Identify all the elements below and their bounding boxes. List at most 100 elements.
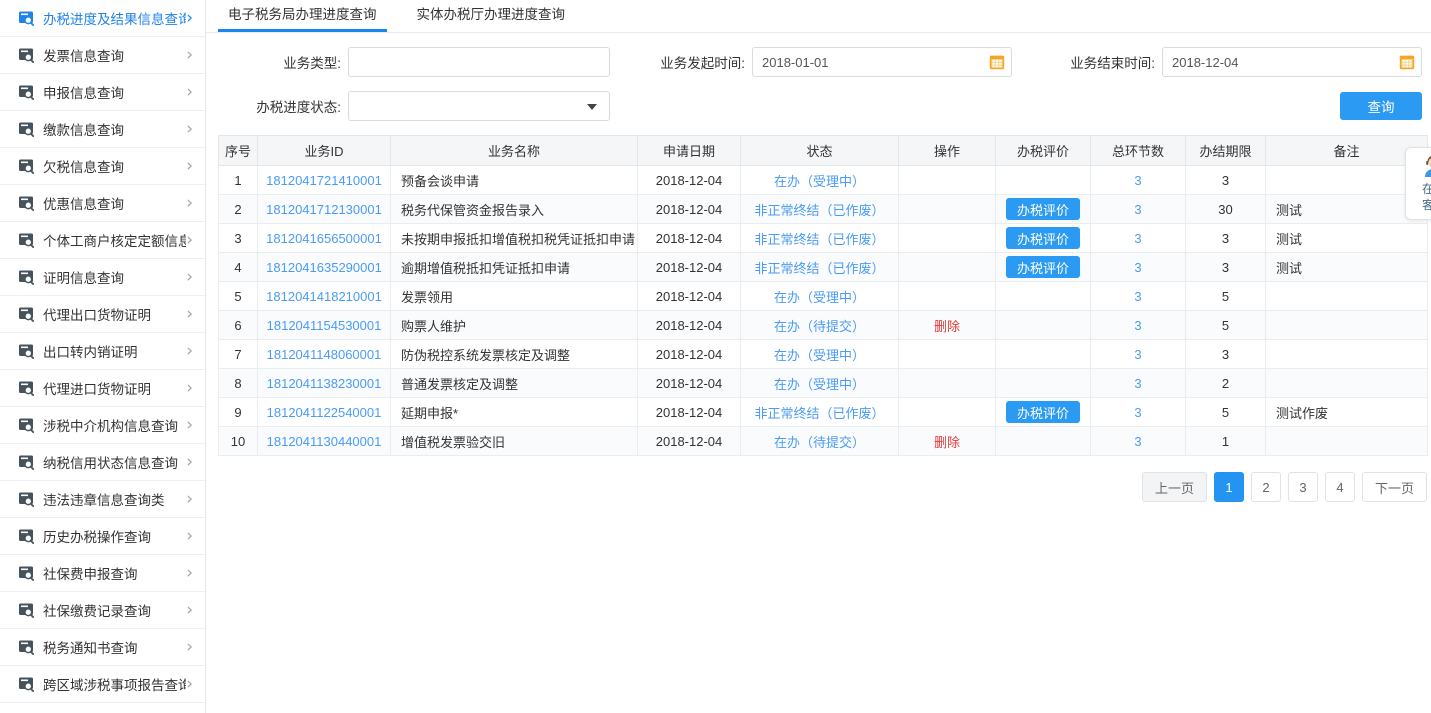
total-links-link[interactable]: 3 [1134, 173, 1141, 188]
cell-business-name: 防伪税控系统发票核定及调整 [391, 340, 638, 369]
pagination-page-4[interactable]: 4 [1325, 472, 1355, 502]
cell-remark [1266, 311, 1428, 340]
total-links-link[interactable]: 3 [1134, 202, 1141, 217]
chevron-right-icon: › [186, 491, 193, 508]
evaluate-button[interactable]: 办税评价 [1006, 401, 1080, 423]
pagination-page-3[interactable]: 3 [1288, 472, 1318, 502]
cell-business-id: 1812041635290001 [258, 253, 391, 282]
status-link[interactable]: 在办（待提交） [774, 319, 865, 334]
cell-seq: 5 [219, 282, 258, 311]
cell-status: 在办（待提交） [741, 427, 899, 456]
query-button[interactable]: 查询 [1340, 92, 1422, 120]
business-id-link[interactable]: 1812041721410001 [266, 173, 382, 188]
business-id-link[interactable]: 1812041656500001 [266, 231, 382, 246]
cell-apply-date: 2018-12-04 [638, 340, 741, 369]
sidebar-item-label: 欠税信息查询 [43, 156, 186, 176]
sidebar-item-6[interactable]: 个体工商户核定定额信息查询› [0, 222, 205, 259]
table-row: 11812041721410001预备会谈申请2018-12-04在办（受理中）… [219, 166, 1428, 195]
sidebar-item-15[interactable]: 社保费申报查询› [0, 555, 205, 592]
delete-link[interactable]: 删除 [934, 435, 960, 450]
sidebar-item-9[interactable]: 出口转内销证明› [0, 333, 205, 370]
evaluate-button[interactable]: 办税评价 [1006, 198, 1080, 220]
cell-deadline: 5 [1186, 398, 1266, 427]
business-id-link[interactable]: 1812041418210001 [266, 289, 382, 304]
business-id-link[interactable]: 1812041130440001 [267, 434, 382, 449]
sidebar-item-13[interactable]: 违法违章信息查询类› [0, 481, 205, 518]
sidebar-item-2[interactable]: 申报信息查询› [0, 74, 205, 111]
sidebar-item-18[interactable]: 跨区域涉税事项报告查询› [0, 666, 205, 703]
online-service-widget[interactable]: 在线客服 [1405, 147, 1431, 220]
sidebar-item-7[interactable]: 证明信息查询› [0, 259, 205, 296]
status-link[interactable]: 在办（待提交） [774, 435, 865, 450]
chevron-right-icon: › [186, 84, 193, 101]
sidebar-item-16[interactable]: 社保缴费记录查询› [0, 592, 205, 629]
sidebar-item-12[interactable]: 纳税信用状态信息查询› [0, 444, 205, 481]
total-links-link[interactable]: 3 [1134, 260, 1141, 275]
table-row: 31812041656500001未按期申报抵扣增值税扣税凭证抵扣申请2018-… [219, 224, 1428, 253]
calendar-icon[interactable] [1399, 54, 1415, 70]
total-links-link[interactable]: 3 [1134, 318, 1141, 333]
calendar-icon[interactable] [989, 54, 1005, 70]
table-header-row: 序号业务ID业务名称申请日期状态操作办税评价总环节数办结期限备注 [219, 136, 1428, 166]
status-link[interactable]: 非正常终结（已作废） [754, 232, 884, 247]
cell-total-links: 3 [1091, 340, 1186, 369]
violation-info-query-icon [18, 491, 34, 507]
sidebar-item-17[interactable]: 税务通知书查询› [0, 629, 205, 666]
evaluate-button[interactable]: 办税评价 [1006, 256, 1080, 278]
sidebar-item-0[interactable]: 办税进度及结果信息查询› [0, 0, 205, 37]
business-id-link[interactable]: 1812041138230001 [267, 376, 382, 391]
pagination-page-1[interactable]: 1 [1214, 472, 1244, 502]
cell-apply-date: 2018-12-04 [638, 166, 741, 195]
business-id-link[interactable]: 1812041122540001 [267, 405, 382, 420]
business-id-link[interactable]: 1812041148060001 [267, 347, 382, 362]
status-link[interactable]: 在办（受理中） [774, 290, 865, 305]
delete-link[interactable]: 删除 [934, 319, 960, 334]
start-time-input[interactable] [752, 47, 1012, 77]
evaluate-button[interactable]: 办税评价 [1006, 227, 1080, 249]
status-link[interactable]: 非正常终结（已作废） [754, 203, 884, 218]
business-id-link[interactable]: 1812041712130001 [266, 202, 382, 217]
table-row: 81812041138230001普通发票核定及调整2018-12-04在办（受… [219, 369, 1428, 398]
tab-0[interactable]: 电子税务局办理进度查询 [218, 0, 387, 32]
sidebar-item-3[interactable]: 缴款信息查询› [0, 111, 205, 148]
sidebar-item-8[interactable]: 代理出口货物证明› [0, 296, 205, 333]
cell-business-id: 1812041122540001 [258, 398, 391, 427]
tab-1[interactable]: 实体办税厅办理进度查询 [407, 0, 576, 32]
total-links-link[interactable]: 3 [1134, 347, 1141, 362]
status-link[interactable]: 在办（受理中） [774, 174, 865, 189]
total-links-link[interactable]: 3 [1134, 289, 1141, 304]
sidebar-item-10[interactable]: 代理进口货物证明› [0, 370, 205, 407]
status-link[interactable]: 非正常终结（已作废） [754, 406, 884, 421]
total-links-link[interactable]: 3 [1134, 405, 1141, 420]
sidebar-item-label: 发票信息查询 [43, 45, 186, 65]
cell-seq: 9 [219, 398, 258, 427]
status-link[interactable]: 在办（受理中） [774, 348, 865, 363]
sidebar-item-1[interactable]: 发票信息查询› [0, 37, 205, 74]
cell-action: 删除 [899, 427, 996, 456]
business-id-link[interactable]: 1812041635290001 [266, 260, 382, 275]
sidebar-item-14[interactable]: 历史办税操作查询› [0, 518, 205, 555]
cell-seq: 10 [219, 427, 258, 456]
sidebar-item-5[interactable]: 优惠信息查询› [0, 185, 205, 222]
cell-business-id: 1812041154530001 [258, 311, 391, 340]
business-type-input[interactable] [348, 47, 610, 77]
business-id-link[interactable]: 1812041154530001 [267, 318, 382, 333]
cell-total-links: 3 [1091, 311, 1186, 340]
status-link[interactable]: 非正常终结（已作废） [754, 261, 884, 276]
end-time-input[interactable] [1162, 47, 1422, 77]
cross-region-report-query-icon [18, 676, 34, 692]
chevron-right-icon: › [186, 269, 193, 286]
pagination-page-2[interactable]: 2 [1251, 472, 1281, 502]
status-link[interactable]: 在办（受理中） [774, 377, 865, 392]
sidebar-item-4[interactable]: 欠税信息查询› [0, 148, 205, 185]
total-links-link[interactable]: 3 [1134, 376, 1141, 391]
tax-notice-query-icon [18, 639, 34, 655]
total-links-link[interactable]: 3 [1134, 434, 1141, 449]
total-links-link[interactable]: 3 [1134, 231, 1141, 246]
chevron-right-icon: › [186, 380, 193, 397]
column-header-8: 办结期限 [1186, 136, 1266, 166]
pagination-prev-button[interactable]: 上一页 [1142, 472, 1207, 502]
progress-status-select[interactable] [348, 91, 610, 121]
sidebar-item-11[interactable]: 涉税中介机构信息查询› [0, 407, 205, 444]
pagination-next-button[interactable]: 下一页 [1362, 472, 1427, 502]
